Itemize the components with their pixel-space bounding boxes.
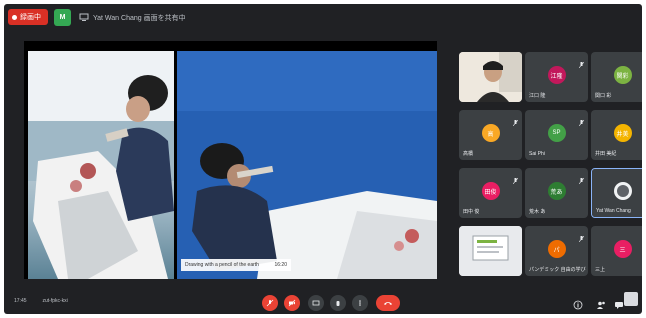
participant-avatar: 三 [613, 240, 632, 258]
participant-name: 井田 美紀 [595, 151, 617, 157]
info-icon [573, 300, 583, 310]
mic-off-icon [578, 229, 585, 243]
end-call-icon [384, 302, 392, 305]
app-badge[interactable]: M [54, 9, 71, 26]
participant-avatar: 関彩 [613, 66, 632, 84]
captions-button[interactable] [308, 295, 324, 311]
captions-icon [312, 300, 320, 306]
mic-off-icon [578, 113, 585, 127]
participant-avatar: 高 [481, 124, 500, 142]
record-icon [12, 14, 17, 20]
participant-tile[interactable]: SP Sai Phi [525, 110, 588, 160]
participant-name: Sai Phi [529, 151, 545, 157]
presentation-stage: Drawing with a pencil of the earth 16:20 [24, 41, 437, 279]
mic-off-icon [512, 171, 519, 185]
mic-off-icon [578, 171, 585, 185]
recording-label: 録画中 [20, 14, 41, 21]
raise-hand-icon [336, 301, 340, 306]
shared-photo-right [177, 51, 437, 279]
participant-avatar: 江隆 [547, 66, 566, 84]
participant-tile[interactable]: 江隆 江口 隆 [525, 52, 588, 102]
mic-off-icon [266, 299, 274, 307]
photo-caption-time: 16:20 [274, 262, 287, 268]
participant-name: 高橋 [463, 151, 474, 157]
participant-avatar: 田俊 [481, 182, 500, 200]
camera-toggle-button[interactable] [284, 295, 300, 311]
screen-share-icon [79, 12, 89, 24]
participants-button[interactable] [596, 297, 606, 309]
participant-video [459, 52, 522, 102]
participant-name: Yat Wan Chang [596, 208, 631, 214]
participant-name: 田中 俊 [463, 209, 480, 215]
meeting-time: 17:45 [14, 298, 27, 304]
meeting-code: zut-fpkc-kxi [42, 298, 68, 304]
people-icon [597, 301, 605, 309]
meeting-window: 録画中 M Yat Wan Chang 画面を共有中 Drawing with … [4, 4, 642, 314]
participant-name: 荒木 あ [529, 209, 546, 215]
photo-caption-text: Drawing with a pencil of the earth [185, 262, 259, 268]
photo-caption: Drawing with a pencil of the earth 16:20 [181, 259, 291, 271]
participant-name: 三上 [595, 267, 606, 273]
participant-tile[interactable]: 井美 井田 美紀 [591, 110, 642, 160]
raise-hand-button[interactable] [330, 295, 346, 311]
more-icon [359, 300, 361, 306]
meeting-info: 17:45 zut-fpkc-kxi [14, 298, 68, 304]
participant-tile-self[interactable]: Yat Wan Chang [591, 168, 642, 218]
participant-tile[interactable]: パ パンデミック 自由の学び [525, 226, 588, 276]
participant-avatar: パ [547, 240, 566, 258]
camera-off-icon [288, 299, 296, 307]
participant-name: 関口 彩 [595, 93, 612, 99]
chat-button[interactable] [614, 297, 624, 309]
presenter-label: Yat Wan Chang 画面を共有中 [93, 15, 186, 22]
participant-presentation-thumb [459, 226, 522, 276]
participant-tile[interactable]: 荒あ 荒木 あ [525, 168, 588, 218]
participant-avatar: 荒あ [547, 182, 566, 200]
participant-name: 江口 隆 [529, 93, 546, 99]
mic-off-icon [578, 55, 585, 69]
self-view-thumbnail[interactable] [624, 292, 638, 306]
participant-grid: 江隆 江口 隆 関彩 関口 彩 高 高橋 SP Sai Phi 井美 井田 美紀… [457, 52, 642, 278]
control-bar: 17:45 zut-fpkc-kxi [4, 288, 642, 314]
mic-off-icon [512, 113, 519, 127]
participant-avatar: SP [547, 124, 566, 142]
shared-photo-left [28, 51, 174, 279]
participant-tile[interactable]: 関彩 関口 彩 [591, 52, 642, 102]
participant-name: パンデミック 自由の学び [529, 267, 586, 273]
top-bar: 録画中 M Yat Wan Chang 画面を共有中 [4, 4, 642, 32]
chat-icon [615, 302, 623, 309]
recording-badge[interactable]: 録画中 [8, 9, 48, 25]
participant-tile[interactable]: 三 三上 [591, 226, 642, 276]
participant-avatar: 井美 [613, 124, 632, 142]
end-call-button[interactable] [376, 295, 400, 311]
participant-tile[interactable]: 田俊 田中 俊 [459, 168, 522, 218]
participant-tile[interactable] [459, 226, 522, 276]
participant-tile[interactable]: 高 高橋 [459, 110, 522, 160]
meeting-details-button[interactable] [573, 297, 583, 310]
participant-tile[interactable] [459, 52, 522, 102]
present-button[interactable] [352, 295, 368, 311]
presenter-tag: Yat Wan Chang 画面を共有中 [79, 11, 186, 25]
mic-toggle-button[interactable] [262, 295, 278, 311]
